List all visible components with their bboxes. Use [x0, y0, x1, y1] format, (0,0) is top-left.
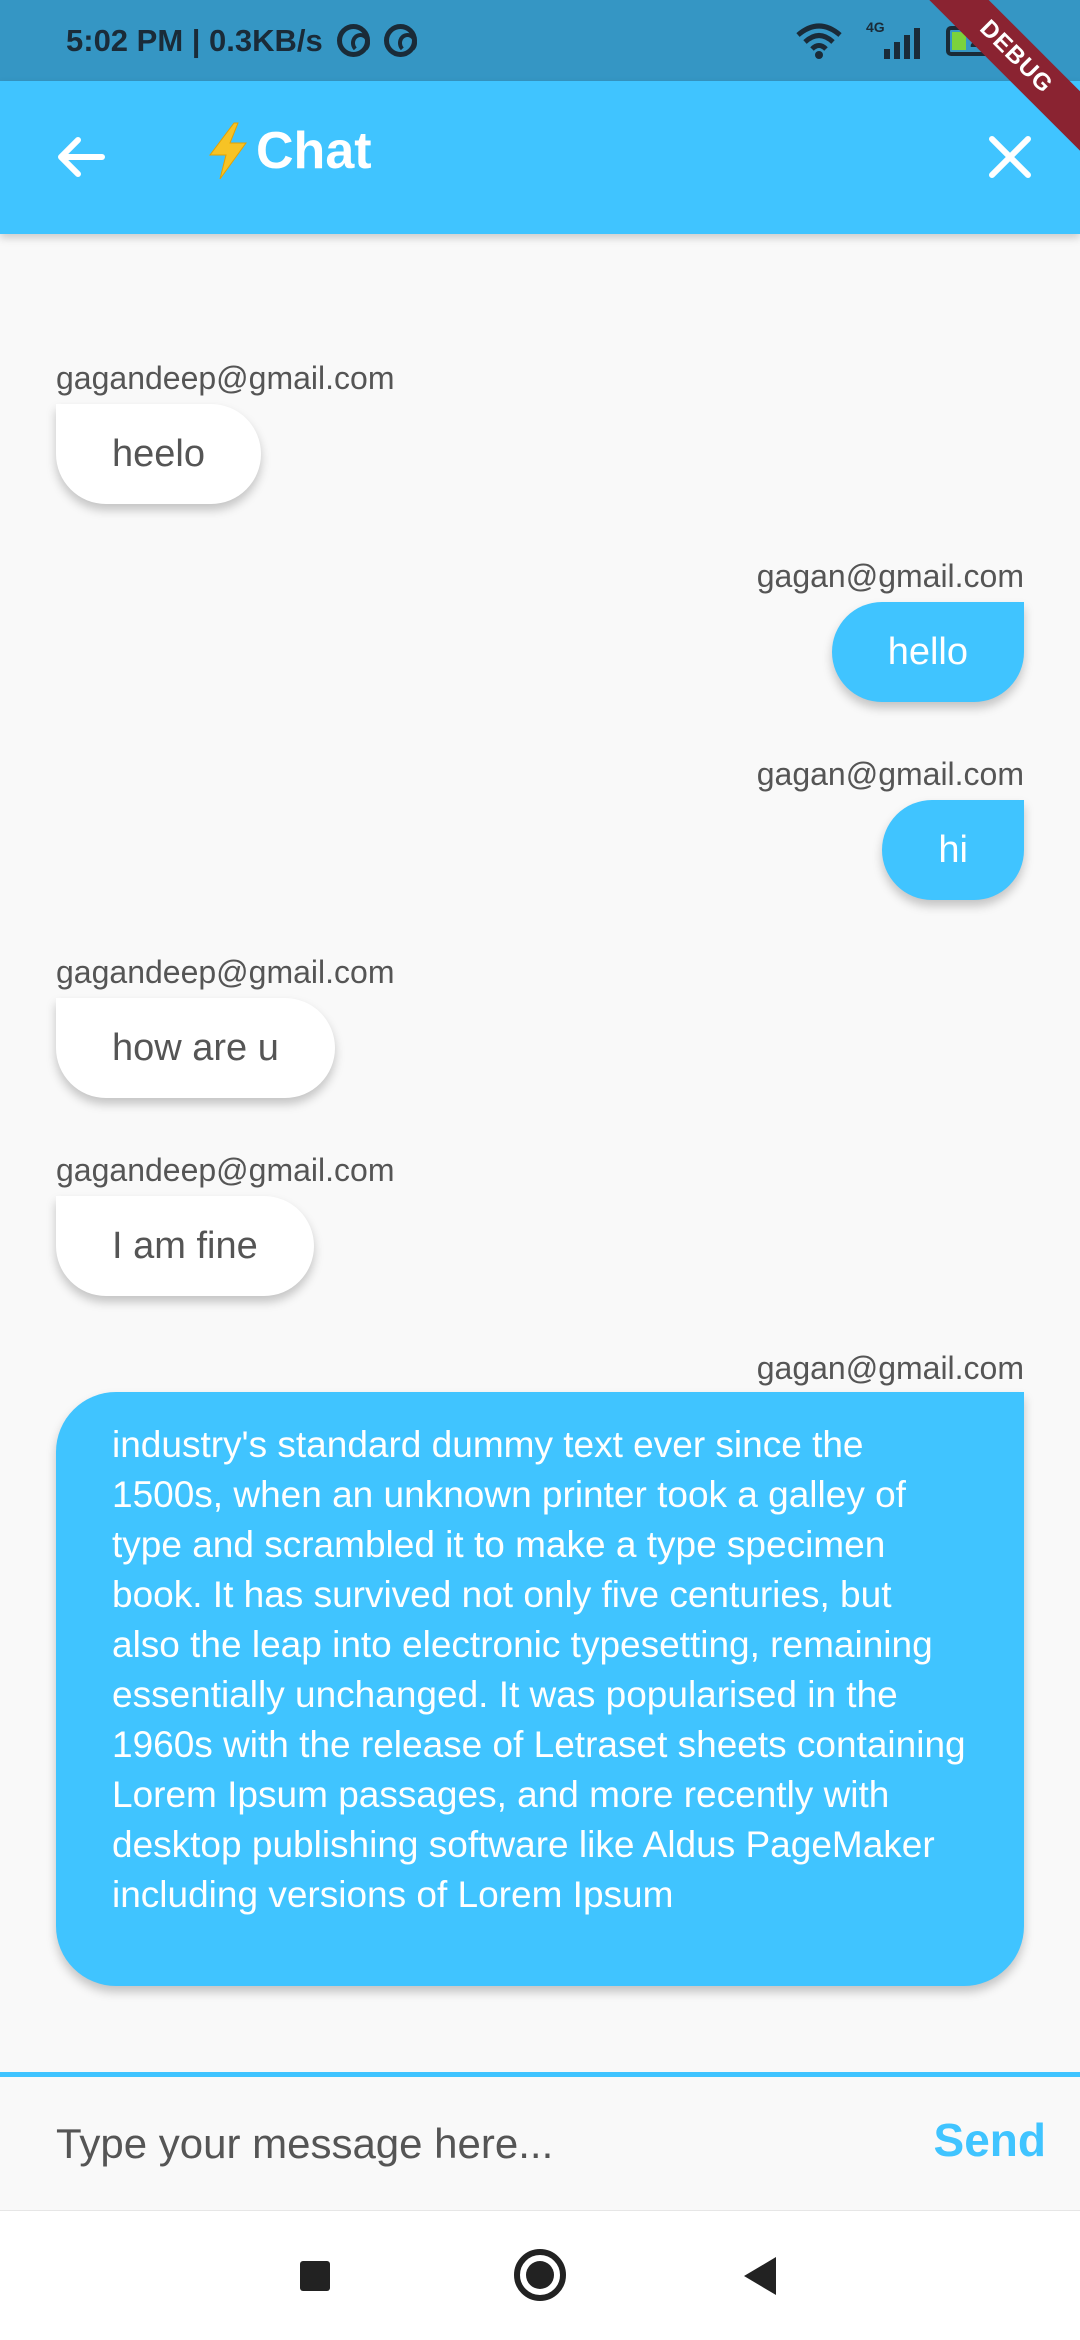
home-icon[interactable]: [514, 2249, 566, 2301]
message-bubble-outgoing[interactable]: hi: [882, 800, 1024, 900]
message-sender: gagan@gmail.com: [756, 558, 1024, 594]
message-bubble-outgoing[interactable]: hello: [831, 602, 1024, 702]
message-bubble-incoming[interactable]: how are u: [56, 998, 335, 1098]
status-left: 5:02 PM | 0.3KB/s: [66, 23, 417, 59]
network-type-label: 4G: [866, 18, 885, 35]
lightning-bolt-icon: [209, 122, 247, 180]
message-text: how are u: [112, 1026, 279, 1069]
close-icon[interactable]: [984, 131, 1036, 183]
status-time: 5:02 PM | 0.3KB/s: [66, 22, 323, 58]
message-sender: gagan@gmail.com: [756, 1350, 1024, 1386]
message-text: hello: [887, 630, 968, 673]
status-bar: 5:02 PM | 0.3KB/s 4G 21 DEBUG: [0, 0, 1080, 164]
nav-back-icon[interactable]: [744, 2257, 776, 2295]
message-bubble-outgoing[interactable]: industry's standard dummy text ever sinc…: [56, 1392, 1024, 1986]
message-bubble-incoming[interactable]: I am fine: [56, 1196, 314, 1296]
message-bubble-incoming[interactable]: heelo: [56, 404, 261, 504]
page-title: Chat: [204, 121, 372, 181]
signal-bars-icon: [884, 25, 920, 59]
message-sender: gagan@gmail.com: [756, 756, 1024, 792]
title-text: Chat: [256, 122, 372, 180]
app-bar: Chat: [0, 81, 1080, 234]
cell-signal: 4G: [862, 18, 928, 61]
message-composer: Send: [0, 2072, 1080, 2210]
message-text: industry's standard dummy text ever sinc…: [112, 1424, 966, 1915]
sync-icon: [383, 24, 417, 57]
message-text: heelo: [112, 432, 205, 475]
message-sender: gagandeep@gmail.com: [56, 360, 395, 396]
message-text: hi: [938, 828, 968, 871]
send-button[interactable]: Send: [934, 2113, 1046, 2167]
message-sender: gagandeep@gmail.com: [56, 1152, 395, 1188]
vpn-icon: [336, 24, 370, 57]
system-nav-bar: [0, 2210, 1080, 2340]
back-arrow-icon[interactable]: [50, 127, 110, 187]
message-text: I am fine: [112, 1224, 258, 1267]
recents-icon[interactable]: [300, 2261, 330, 2291]
message-input[interactable]: [56, 2107, 876, 2181]
message-sender: gagandeep@gmail.com: [56, 954, 395, 990]
wifi-icon: [796, 23, 842, 59]
